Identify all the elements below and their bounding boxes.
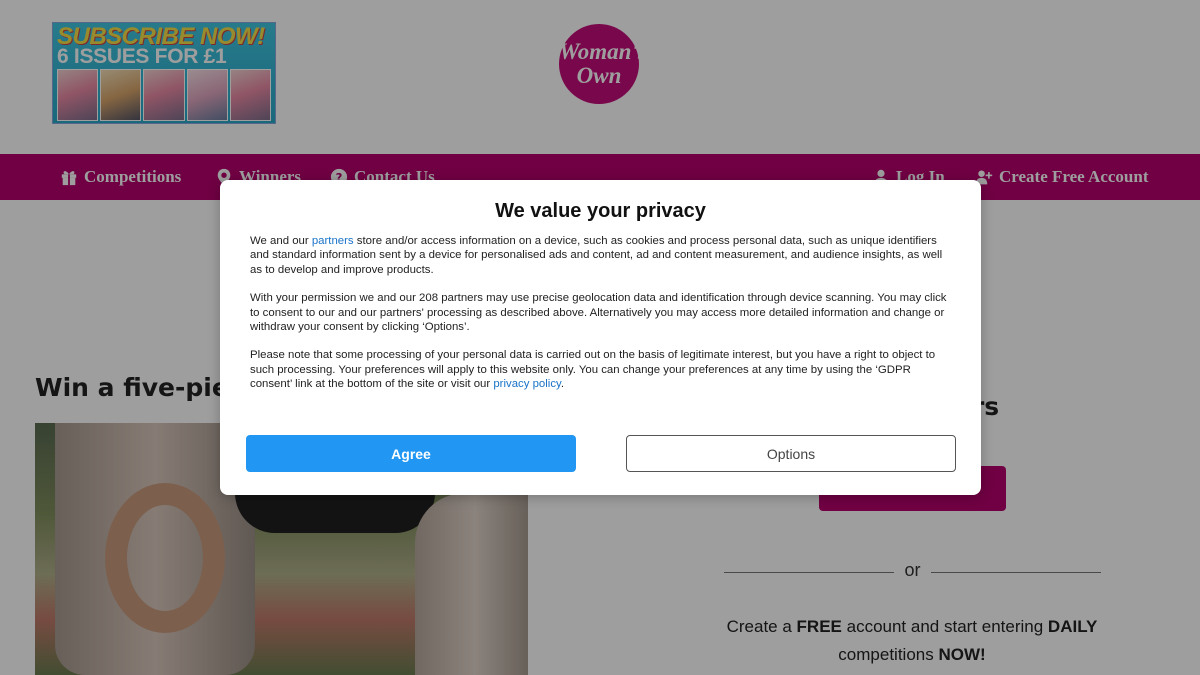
options-button[interactable]: Options xyxy=(626,435,956,472)
consent-paragraph-1: We and our partners store and/or access … xyxy=(250,235,943,276)
privacy-consent-dialog: We value your privacy We and our partner… xyxy=(220,180,981,495)
privacy-policy-link[interactable]: privacy policy xyxy=(493,378,561,390)
dialog-body: We and our partners store and/or access … xyxy=(250,234,952,406)
consent-paragraph-3: Please note that some processing of your… xyxy=(250,349,936,391)
dialog-title: We value your privacy xyxy=(495,200,706,222)
agree-button[interactable]: Agree xyxy=(246,435,576,472)
consent-paragraph-2: With your permission we and our 208 part… xyxy=(250,292,947,334)
partners-link[interactable]: partners xyxy=(312,235,354,247)
